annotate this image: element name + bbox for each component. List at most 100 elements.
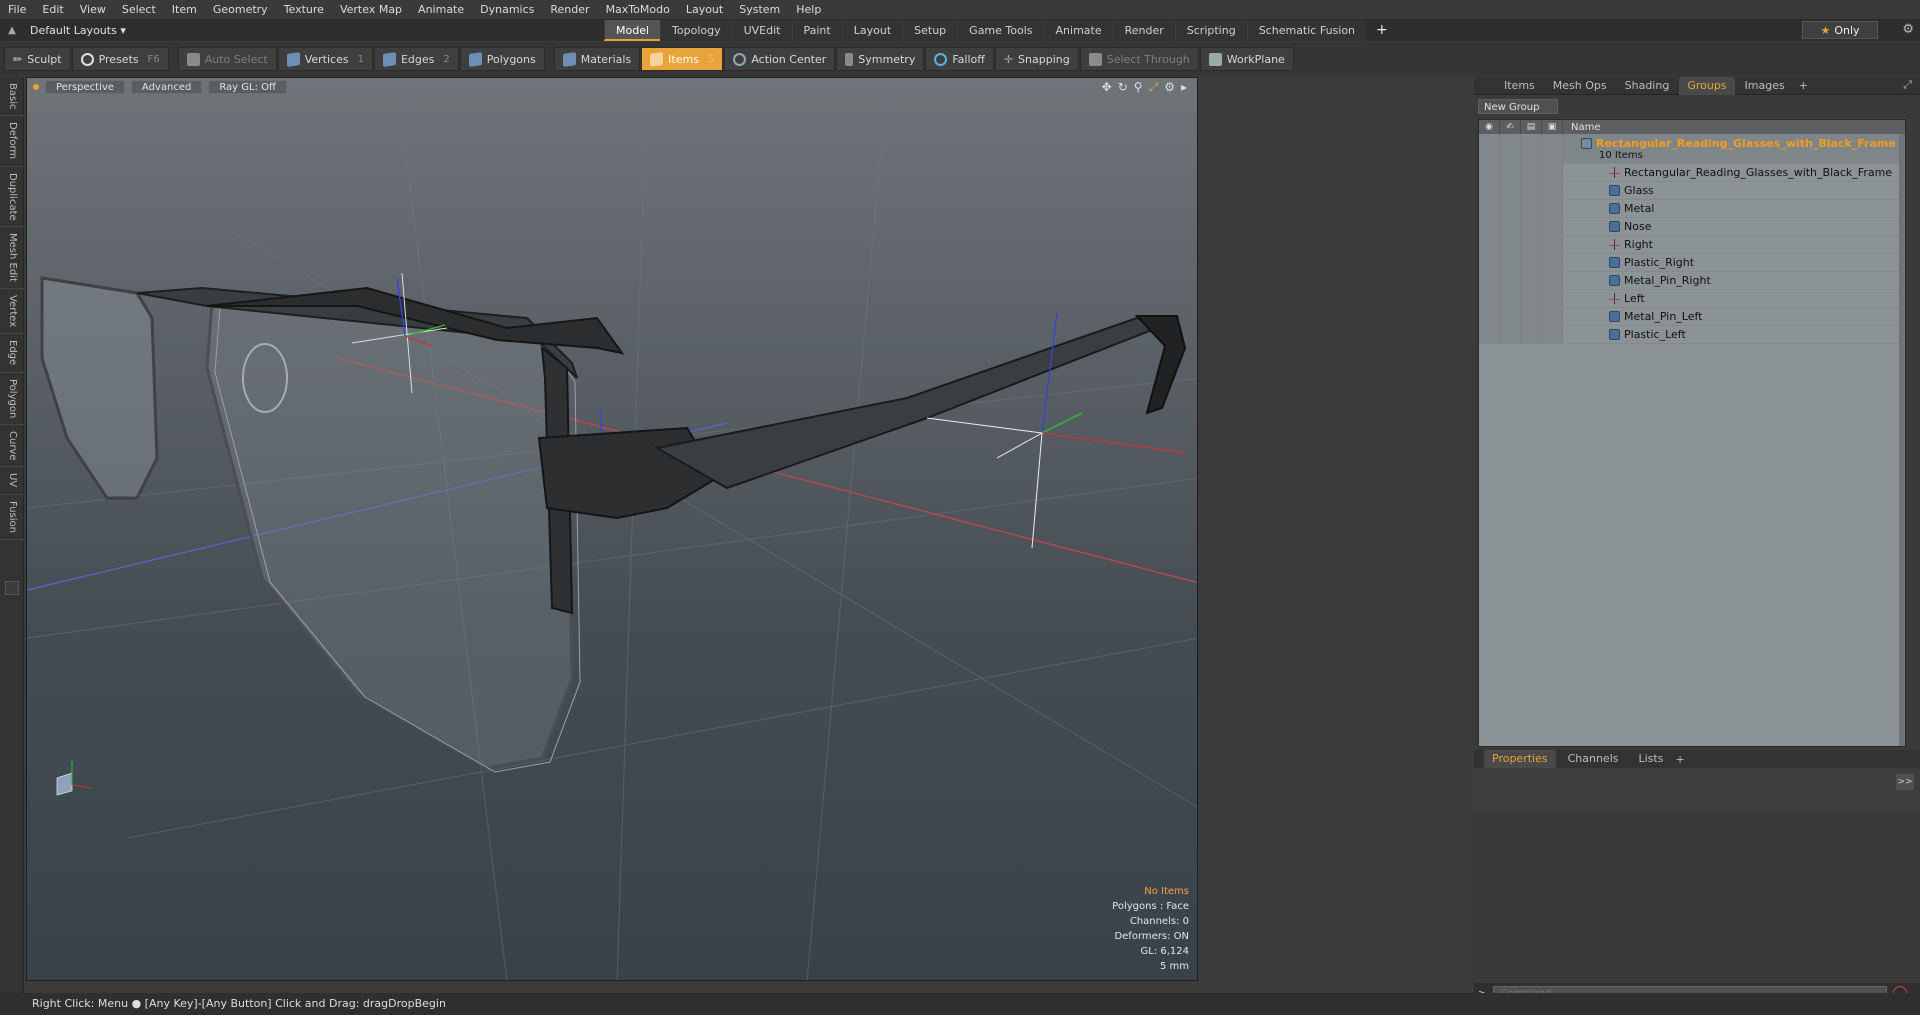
- menu-maxtomodo[interactable]: MaxToModo: [598, 0, 678, 20]
- viewport-settings-icon[interactable]: ⚙: [1164, 80, 1175, 95]
- tab-uvedit[interactable]: UVEdit: [731, 20, 792, 41]
- tab-polygon[interactable]: Polygon: [0, 373, 24, 425]
- tab-paint[interactable]: Paint: [791, 20, 842, 41]
- menu-system[interactable]: System: [731, 0, 788, 20]
- expand-panel-icon[interactable]: ⤢: [1903, 78, 1912, 92]
- tab-scripting[interactable]: Scripting: [1174, 20, 1247, 41]
- tab-mesh-ops[interactable]: Mesh Ops: [1545, 77, 1615, 95]
- add-properties-tab-icon[interactable]: +: [1675, 753, 1684, 766]
- tab-topology[interactable]: Topology: [660, 20, 732, 41]
- edges-label: Edges: [400, 52, 435, 66]
- tab-fusion[interactable]: Fusion: [0, 495, 24, 540]
- menu-edit[interactable]: Edit: [34, 0, 71, 20]
- render-col-icon[interactable]: ✍: [1500, 120, 1521, 134]
- lock-col-icon[interactable]: ▤: [1521, 120, 1542, 134]
- tab-channels[interactable]: Channels: [1560, 750, 1627, 768]
- maximize-icon[interactable]: ⤢: [1149, 80, 1159, 95]
- polygons-button[interactable]: Polygons: [459, 47, 545, 71]
- viewport-menu-icon[interactable]: ▸: [1181, 80, 1187, 95]
- presets-button[interactable]: Presets F6: [71, 47, 169, 71]
- action-center-button[interactable]: Action Center: [724, 47, 836, 71]
- select-through-button[interactable]: Select Through: [1079, 47, 1199, 71]
- rotate-icon[interactable]: ↻: [1118, 80, 1128, 95]
- list-item[interactable]: Rectangular_Reading_Glasses_with_Black_F…: [1479, 163, 1905, 182]
- falloff-button[interactable]: Falloff: [925, 47, 994, 71]
- menu-dynamics[interactable]: Dynamics: [472, 0, 542, 20]
- tab-properties[interactable]: Properties: [1484, 750, 1556, 768]
- list-item[interactable]: Left: [1479, 289, 1905, 308]
- snapping-button[interactable]: ✛ Snapping: [994, 47, 1079, 71]
- tab-game-tools[interactable]: Game Tools: [957, 20, 1044, 41]
- symmetry-button[interactable]: Symmetry: [836, 47, 925, 71]
- select-col-icon[interactable]: ▣: [1542, 120, 1563, 134]
- item-name: Rectangular_Reading_Glasses_with_Black_F…: [1624, 166, 1893, 179]
- tab-items[interactable]: Items: [1496, 77, 1543, 95]
- select-through-icon: [1088, 52, 1102, 66]
- list-item[interactable]: Metal_Pin_Right: [1479, 271, 1905, 290]
- list-item[interactable]: Metal: [1479, 199, 1905, 218]
- list-item[interactable]: Metal_Pin_Left: [1479, 307, 1905, 326]
- eye-icon[interactable]: [1479, 133, 1500, 164]
- menu-help[interactable]: Help: [788, 0, 829, 20]
- visibility-col-icon[interactable]: ◉: [1479, 120, 1500, 134]
- add-panel-tab-icon[interactable]: +: [1795, 79, 1812, 92]
- menu-item[interactable]: Item: [164, 0, 205, 20]
- raygl-dropdown[interactable]: Ray GL: Off: [208, 80, 287, 94]
- menu-layout[interactable]: Layout: [678, 0, 731, 20]
- gear-icon[interactable]: ⚙: [1902, 22, 1914, 37]
- tab-mesh-edit[interactable]: Mesh Edit: [0, 227, 24, 290]
- zoom-icon[interactable]: ⚲: [1134, 80, 1143, 95]
- tab-render[interactable]: Render: [1112, 20, 1175, 41]
- tab-vertex[interactable]: Vertex: [0, 289, 24, 335]
- vertices-button[interactable]: Vertices 1: [277, 47, 373, 71]
- tree-scrollbar[interactable]: [1899, 134, 1905, 746]
- menu-texture[interactable]: Texture: [276, 0, 332, 20]
- 3d-viewport[interactable]: Perspective Advanced Ray GL: Off ✥ ↻ ⚲ ⤢…: [26, 77, 1198, 981]
- tab-uv[interactable]: UV: [0, 467, 24, 495]
- perspective-dropdown[interactable]: Perspective: [45, 80, 125, 94]
- properties-expand-button[interactable]: >>: [1896, 774, 1914, 790]
- advanced-dropdown[interactable]: Advanced: [130, 80, 203, 94]
- only-toggle[interactable]: ★ Only: [1802, 21, 1878, 39]
- tab-lists[interactable]: Lists: [1631, 750, 1672, 768]
- menu-render[interactable]: Render: [542, 0, 597, 20]
- tab-shading[interactable]: Shading: [1617, 77, 1678, 95]
- tab-basic[interactable]: Basic: [0, 77, 24, 117]
- edges-button[interactable]: Edges 2: [373, 47, 459, 71]
- tab-layout[interactable]: Layout: [841, 20, 903, 41]
- add-tab-icon[interactable]: +: [1366, 20, 1398, 41]
- tab-deform[interactable]: Deform: [0, 116, 24, 167]
- collapse-arrow-icon[interactable]: ▲: [0, 25, 24, 36]
- menu-vertex-map[interactable]: Vertex Map: [332, 0, 410, 20]
- tab-animate[interactable]: Animate: [1043, 20, 1113, 41]
- tab-setup[interactable]: Setup: [902, 20, 958, 41]
- menu-select[interactable]: Select: [114, 0, 164, 20]
- tab-edge[interactable]: Edge: [0, 334, 24, 373]
- list-item[interactable]: Nose: [1479, 217, 1905, 236]
- list-item[interactable]: Right: [1479, 235, 1905, 254]
- default-layouts-dropdown[interactable]: Default Layouts ▾: [24, 24, 144, 37]
- auto-select-button[interactable]: Auto Select: [177, 47, 277, 71]
- new-group-button[interactable]: New Group: [1478, 99, 1558, 114]
- tab-curve[interactable]: Curve: [0, 425, 24, 468]
- tab-model[interactable]: Model: [604, 20, 661, 41]
- menu-view[interactable]: View: [72, 0, 114, 20]
- pan-icon[interactable]: ✥: [1102, 80, 1112, 95]
- tab-groups[interactable]: Groups: [1679, 76, 1735, 95]
- list-item[interactable]: Plastic_Right: [1479, 253, 1905, 272]
- list-item[interactable]: Glass: [1479, 181, 1905, 200]
- sculpt-button[interactable]: ✏ Sculpt: [4, 47, 71, 71]
- list-item[interactable]: Plastic_Left: [1479, 325, 1905, 344]
- tab-images[interactable]: Images: [1737, 77, 1793, 95]
- tab-schematic-fusion[interactable]: Schematic Fusion: [1246, 20, 1367, 41]
- workplane-button[interactable]: WorkPlane: [1199, 47, 1294, 71]
- menu-animate[interactable]: Animate: [410, 0, 472, 20]
- items-button[interactable]: Items 5: [641, 47, 724, 71]
- menu-file[interactable]: File: [0, 0, 34, 20]
- tab-duplicate[interactable]: Duplicate: [0, 167, 24, 228]
- menu-geometry[interactable]: Geometry: [205, 0, 276, 20]
- name-column-header[interactable]: Name: [1563, 122, 1601, 133]
- materials-button[interactable]: Materials: [553, 47, 641, 71]
- toolbox-toggle[interactable]: [5, 581, 19, 595]
- group-row[interactable]: Rectangular_Reading_Glasses_with_Black_F…: [1479, 133, 1905, 164]
